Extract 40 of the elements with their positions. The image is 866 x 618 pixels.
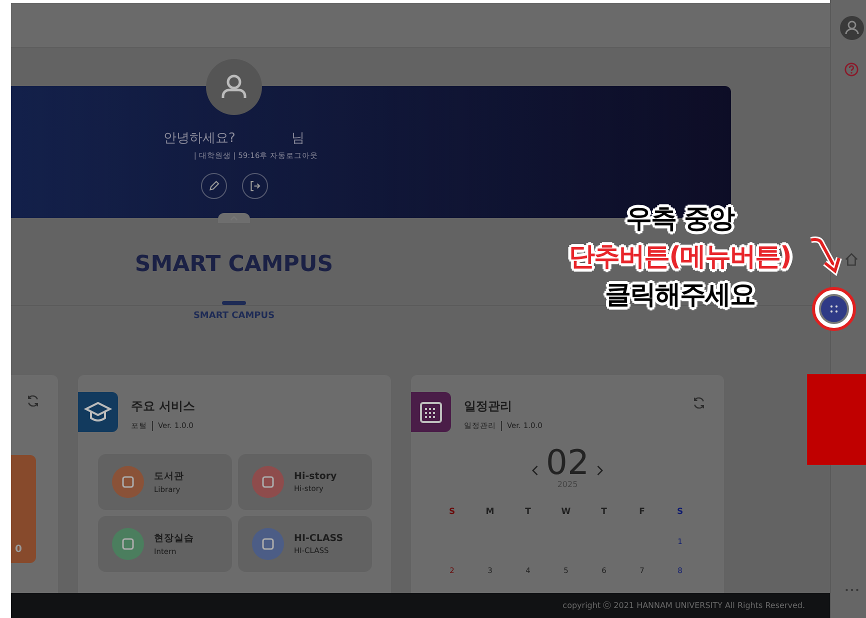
chevron-left-icon	[532, 465, 539, 476]
user-icon[interactable]	[840, 16, 864, 40]
service-name: Hi-story	[294, 471, 337, 482]
stat-value: 0	[14, 544, 22, 557]
page-title: SMART CAMPUS	[134, 252, 334, 277]
card-title: 일정관리	[464, 398, 513, 415]
refresh-icon[interactable]	[26, 394, 40, 408]
calendar-icon	[411, 392, 451, 432]
weekday-label: S	[448, 507, 456, 517]
annotation-text: 클릭해주세요	[605, 279, 755, 312]
tab[interactable]: SMART CAMPUS	[193, 303, 275, 321]
pencil-icon	[208, 180, 220, 192]
weekday-label: T	[524, 507, 532, 517]
graduation-cap-icon	[78, 392, 118, 432]
weekday-label: M	[484, 507, 496, 517]
service-name: 현장실습	[154, 532, 194, 545]
weekday-label: W	[560, 507, 572, 517]
logout-icon	[248, 180, 260, 192]
calendar-month: 02	[546, 446, 590, 480]
refresh-icon[interactable]	[692, 396, 706, 410]
copyright-text: copyright ⓒ 2021 HANNAM UNIVERSITY All Rights Reserved.	[562, 600, 805, 611]
avatar-icon	[206, 59, 262, 115]
logout-button[interactable]	[242, 173, 268, 199]
weekday-label: F	[638, 507, 646, 517]
dots-icon	[829, 304, 839, 314]
card-title: 주요 서비스	[131, 398, 196, 415]
honorific-text: 님	[291, 130, 304, 147]
edit-button[interactable]	[200, 173, 226, 199]
greeting-text: 안녕하세요?	[164, 130, 236, 147]
service-name: HI-CLASS	[294, 533, 344, 544]
home-icon[interactable]	[844, 252, 859, 267]
annotation-text: 단추버튼(메뉴버튼)	[569, 241, 791, 274]
collapse-button[interactable]	[218, 213, 250, 223]
service-name: 도서관	[154, 470, 184, 483]
help-icon[interactable]	[844, 62, 859, 77]
chevron-right-icon	[596, 465, 604, 476]
pointer-arrow	[808, 236, 842, 276]
more-icon[interactable]	[845, 588, 859, 592]
weekday-label: T	[600, 507, 608, 517]
weekday-label: S	[676, 507, 684, 517]
